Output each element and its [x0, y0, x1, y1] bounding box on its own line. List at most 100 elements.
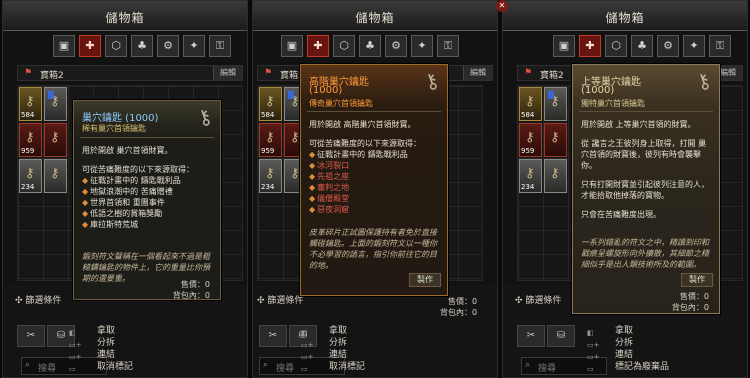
armor-tab-icon[interactable]: ▣	[553, 35, 575, 57]
armor-tab-icon[interactable]: ▣	[281, 35, 303, 57]
material-tab-icon[interactable]: ⚙	[657, 35, 679, 57]
bag-count: 背包內：0	[172, 291, 210, 300]
context-item[interactable]: ▭ 標記為廢棄品	[587, 361, 737, 373]
tooltip-price: 售價：0 背包內：0	[672, 291, 709, 313]
consumable-tab-icon[interactable]: ✚	[79, 35, 101, 57]
context-label: 分拆	[615, 338, 634, 348]
filter-label: 篩選條件	[25, 296, 62, 306]
potion-tab-icon[interactable]: ♣	[631, 35, 653, 57]
edit-button[interactable]: 編輯	[463, 66, 492, 80]
gem-tab-icon[interactable]: ⬡	[105, 35, 127, 57]
tooltip-subtitle: 稀有巢穴首領鑰匙	[82, 124, 146, 133]
slot-count: 959	[21, 147, 35, 155]
context-item[interactable]: ▭+ 分拆	[587, 337, 737, 349]
tooltip-note: 只會在苦痛難度出現。	[581, 210, 661, 219]
bullet-icon: ◆	[82, 187, 89, 196]
close-icon[interactable]: ✕	[496, 0, 508, 12]
edit-button[interactable]: 編輯	[213, 66, 242, 80]
slot-count: 234	[521, 183, 535, 191]
context-item[interactable]: ◧ 拿取	[301, 325, 451, 337]
item-slot[interactable]: ⚷ 234	[259, 159, 282, 193]
context-item[interactable]: ▭+ 分拆	[301, 337, 451, 349]
tools-button[interactable]: ✂	[17, 325, 45, 347]
potion-tab-icon[interactable]: ♣	[131, 35, 153, 57]
context-item[interactable]: ▭+ 分拆	[69, 337, 219, 349]
context-menu: ◧ 拿取 ▭+ 分拆 ▭+ 連結 ▭ 標記為廢棄品	[587, 325, 737, 373]
item-tooltip-superior-nest-key: ⚷ 上等巢穴鑰匙 (1000) 獨特巢穴首領鑰匙 用於開啟 上等巢穴首領的財寶。…	[572, 64, 720, 314]
context-item[interactable]: ◧ 拿取	[69, 325, 219, 337]
bullet-icon: ◆	[82, 220, 89, 229]
craft-button[interactable]: 製作	[681, 273, 713, 287]
key-item-icon: ⚷	[550, 94, 560, 109]
item-slot[interactable]: ⚷ 234	[19, 159, 42, 193]
filter-label: 篩選條件	[525, 296, 562, 306]
context-label: 分拆	[329, 338, 348, 348]
tooltip-title: 巢穴鑰匙 (1000)	[82, 113, 159, 124]
key-item-icon: ⚷	[525, 166, 535, 181]
consumable-tab-icon[interactable]: ✚	[579, 35, 601, 57]
key-item-icon: ⚷	[50, 166, 60, 181]
space-key-icon: ▭	[69, 365, 76, 373]
tools-button[interactable]: ✂	[517, 325, 545, 347]
item-slot[interactable]: ⚷ 959	[519, 123, 542, 157]
material-tab-icon[interactable]: ⚙	[157, 35, 179, 57]
search-icon: ⌕	[263, 360, 269, 370]
tooltip-usage: 用於開啟 巢穴首領財寶。	[82, 146, 173, 155]
sell-price: 售價：0	[180, 280, 210, 289]
sort-button[interactable]: ⛁	[547, 325, 575, 347]
consumable-tab-icon[interactable]: ✚	[307, 35, 329, 57]
item-slot[interactable]: ⚷	[544, 159, 567, 193]
tooltip-usage: 用於開啟 高階巢穴首領財寶。	[309, 120, 416, 129]
slot-count: 584	[261, 111, 275, 119]
item-slot[interactable]: ⚷ 584	[19, 87, 42, 121]
item-slot[interactable]: ⚷ 959	[259, 123, 282, 157]
search-placeholder: 搜尋	[276, 364, 295, 374]
item-slot[interactable]: ⚷	[44, 123, 67, 157]
tooltip-divider	[80, 137, 214, 138]
gem-tab-icon[interactable]: ⬡	[333, 35, 355, 57]
item-slot[interactable]: ⚷ 959	[19, 123, 42, 157]
context-item[interactable]: ▭+ 連結	[587, 349, 737, 361]
item-slot[interactable]: ⚷	[544, 123, 567, 157]
tooltip-source: ◆ 儀僧殿堂	[309, 194, 350, 203]
tools-button[interactable]: ✂	[259, 325, 287, 347]
item-slot[interactable]: ⚷	[544, 87, 567, 121]
context-item[interactable]: ▭ 取消標記	[69, 361, 219, 373]
item-slot[interactable]: ⚷	[44, 87, 67, 121]
item-slot[interactable]: ⚷ 234	[519, 159, 542, 193]
wings-tab-icon[interactable]: ✦	[183, 35, 205, 57]
armor-tab-icon[interactable]: ▣	[53, 35, 75, 57]
key-item-icon: ⚷	[550, 166, 560, 181]
tooltip-body: 用於開啟 巢穴首領財寶。 可從苦痛難度的以下來源取得： ◆ 征戰計畫中的 鑄匙戰利…	[82, 145, 212, 230]
key-item-icon: ⚷	[265, 166, 275, 181]
craft-button[interactable]: 製作	[409, 273, 441, 287]
context-item[interactable]: ▭+ 連結	[301, 349, 451, 361]
wings-tab-icon[interactable]: ✦	[683, 35, 705, 57]
tooltip-note: 只有打開財寶並引起彼列注意的人，才能拾取他掉落的寶物。	[581, 180, 709, 200]
item-slot[interactable]: ⚷	[44, 159, 67, 193]
tooltip-price: 售價：0 背包內：0	[440, 296, 477, 318]
context-item[interactable]: ◧ 拿取	[587, 325, 737, 337]
context-item[interactable]: ▭ 取消標記	[301, 361, 451, 373]
key-item-icon: ⚷	[50, 130, 60, 145]
key-tab-icon[interactable]: ⚿	[437, 35, 459, 57]
material-tab-icon[interactable]: ⚙	[385, 35, 407, 57]
key-item-icon: ⚷	[550, 130, 560, 145]
tooltip-subtitle: 傳奇巢穴首領鑰匙	[309, 99, 373, 108]
potion-tab-icon[interactable]: ♣	[359, 35, 381, 57]
key-tab-icon[interactable]: ⚿	[709, 35, 731, 57]
tooltip-source: ◆ 先祖之座	[309, 172, 350, 181]
key-item-icon: ⚷	[290, 166, 300, 181]
tooltip-sources-intro: 可從苦痛難度的以下來源取得：	[82, 165, 194, 174]
item-slot[interactable]: ⚷ 584	[519, 87, 542, 121]
context-item[interactable]: ▭+ 連結	[69, 349, 219, 361]
item-slot[interactable]: ⚷ 584	[259, 87, 282, 121]
wings-tab-icon[interactable]: ✦	[411, 35, 433, 57]
key-art-icon: ⚷	[692, 67, 715, 95]
gem-tab-icon[interactable]: ⬡	[605, 35, 627, 57]
tooltip-lore: 一系列錯亂的符文之中，精讀到印和戳痕呈螺旋形向外擴散，其細節之精細似乎是出人類技…	[581, 238, 709, 269]
key-tab-icon[interactable]: ⚿	[209, 35, 231, 57]
context-label: 連結	[615, 350, 634, 360]
bullet-icon: ◆	[82, 209, 89, 218]
tooltip-lore: 皮革碎片正試圖保護持有者免於直接觸碰鑰匙。上面的鍛刻符文以一種你不必學習的語言，…	[309, 228, 437, 270]
